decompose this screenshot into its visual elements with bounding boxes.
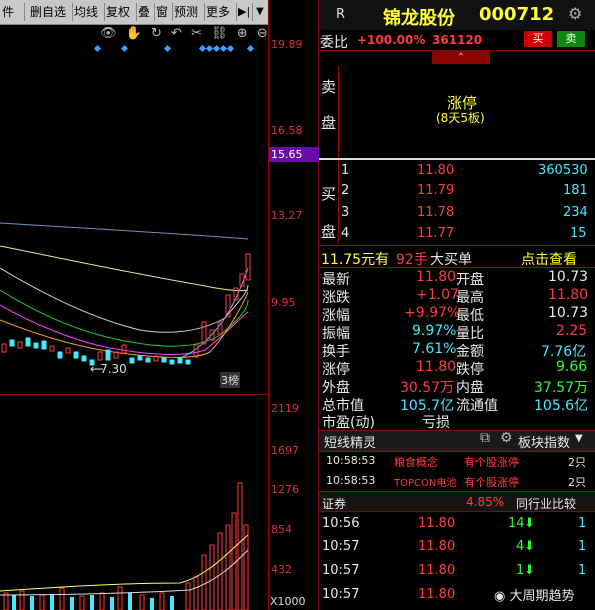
- divider: [319, 158, 595, 160]
- big-order-type: 大买单: [430, 252, 472, 268]
- event-tag[interactable]: 3榜: [220, 372, 240, 388]
- divider: [319, 245, 595, 246]
- current-price-marker: 15.65: [269, 147, 319, 162]
- quote-row: 换手 7.61% 金额 7.76亿: [322, 341, 587, 360]
- volume-tick: 432: [271, 563, 292, 576]
- short-line-item[interactable]: 10:58:53 TOPCON电池 有个股涨停 2只: [322, 474, 590, 492]
- quote-row: 最新 11.80 开盘 10.73: [322, 269, 589, 288]
- quote-row: 涨跌 +1.07 最高 11.80: [322, 287, 589, 306]
- price-tick: 16.58: [271, 124, 303, 137]
- panel-divider: [318, 0, 319, 610]
- sell-button[interactable]: 卖: [557, 31, 585, 47]
- down-arrow-icon: ⬇: [524, 563, 535, 578]
- quote-row: 市盈(动) 亏损: [322, 415, 450, 431]
- tick-row: 10:57 11.80 1 ⬇ 1: [322, 563, 587, 578]
- quote-row: 总市值 105.7亿 流通值 105.6亿: [322, 398, 589, 414]
- tick-row: 10:56 11.80 14 ⬇ 1: [322, 516, 587, 531]
- gear-icon[interactable]: ⚙: [500, 430, 513, 446]
- quote-row: 涨幅 +9.97% 最低 10.73: [322, 305, 589, 324]
- popout-icon[interactable]: ⧉: [480, 430, 490, 446]
- buy-level-row[interactable]: 2 11.79 181: [322, 183, 590, 201]
- quote-row: 涨停 11.80 跌停 9.66: [322, 359, 588, 378]
- volume-unit: X1000: [270, 595, 306, 608]
- chart-axis-divider: [268, 0, 269, 610]
- buy-level-row[interactable]: 1 11.80 360530: [322, 163, 590, 181]
- limit-up-streak: (8天5板): [436, 111, 485, 125]
- sell-label-2: 盘: [321, 114, 337, 132]
- price-tick: 13.27: [271, 209, 303, 222]
- stock-code: 000712: [479, 4, 555, 25]
- volume-tick: 854: [271, 523, 292, 536]
- volume-chart[interactable]: [0, 395, 268, 610]
- big-order-qty: 92手: [396, 252, 428, 268]
- divider: [319, 267, 595, 268]
- buy-button[interactable]: 买: [524, 31, 552, 47]
- big-order-price: 11.75元有: [321, 252, 390, 268]
- down-arrow-icon: ⬇: [524, 539, 535, 554]
- sell-label: 卖: [321, 78, 337, 96]
- committee-ratio: +100.00%: [357, 33, 426, 47]
- quote-row: 振幅 9.97% 量比 2.25: [322, 323, 588, 342]
- tick-row: 10:57 11.80 4 ⬇ 1: [322, 539, 587, 554]
- big-order-link[interactable]: 点击查看: [521, 249, 577, 269]
- divider: [338, 66, 339, 158]
- stock-name: 锦龙股份: [383, 8, 455, 29]
- industry-compare-button[interactable]: 同行业比较: [516, 495, 576, 512]
- buy-level-row[interactable]: 3 11.78 234: [322, 205, 590, 223]
- block-index-selector[interactable]: 板块指数: [518, 432, 570, 451]
- volume-tick: 1276: [271, 483, 299, 496]
- volume-tick: 2119: [271, 402, 299, 415]
- buy-level-row[interactable]: 4 11.77 15: [322, 226, 590, 244]
- collapse-up-icon[interactable]: ⌃: [432, 51, 490, 64]
- industry-name: 证券: [322, 497, 347, 511]
- gear-icon[interactable]: ⚙: [568, 4, 582, 23]
- short-line-title[interactable]: 短线精灵: [324, 432, 376, 451]
- committee-diff: 361120: [432, 33, 483, 47]
- committee-label: 委比: [320, 35, 348, 51]
- price-tick: 9.95: [271, 296, 296, 309]
- volume-tick: 1697: [271, 444, 299, 457]
- low-price-label: ←7.30: [90, 362, 127, 376]
- price-chart[interactable]: [0, 0, 268, 395]
- down-arrow-icon: ⬇: [524, 516, 535, 531]
- watermark: ◉ 大周期趋势: [494, 589, 575, 604]
- chevron-down-icon[interactable]: ▼: [575, 433, 583, 444]
- quote-row: 外盘 30.57万 内盘 37.57万: [322, 380, 589, 396]
- divider: [319, 511, 595, 512]
- price-tick: 19.89: [271, 38, 303, 51]
- stock-marker: R: [336, 7, 346, 22]
- industry-pct: 4.85%: [466, 495, 505, 509]
- short-line-item[interactable]: 10:58:53 粮食概念 有个股涨停 2只: [322, 454, 590, 472]
